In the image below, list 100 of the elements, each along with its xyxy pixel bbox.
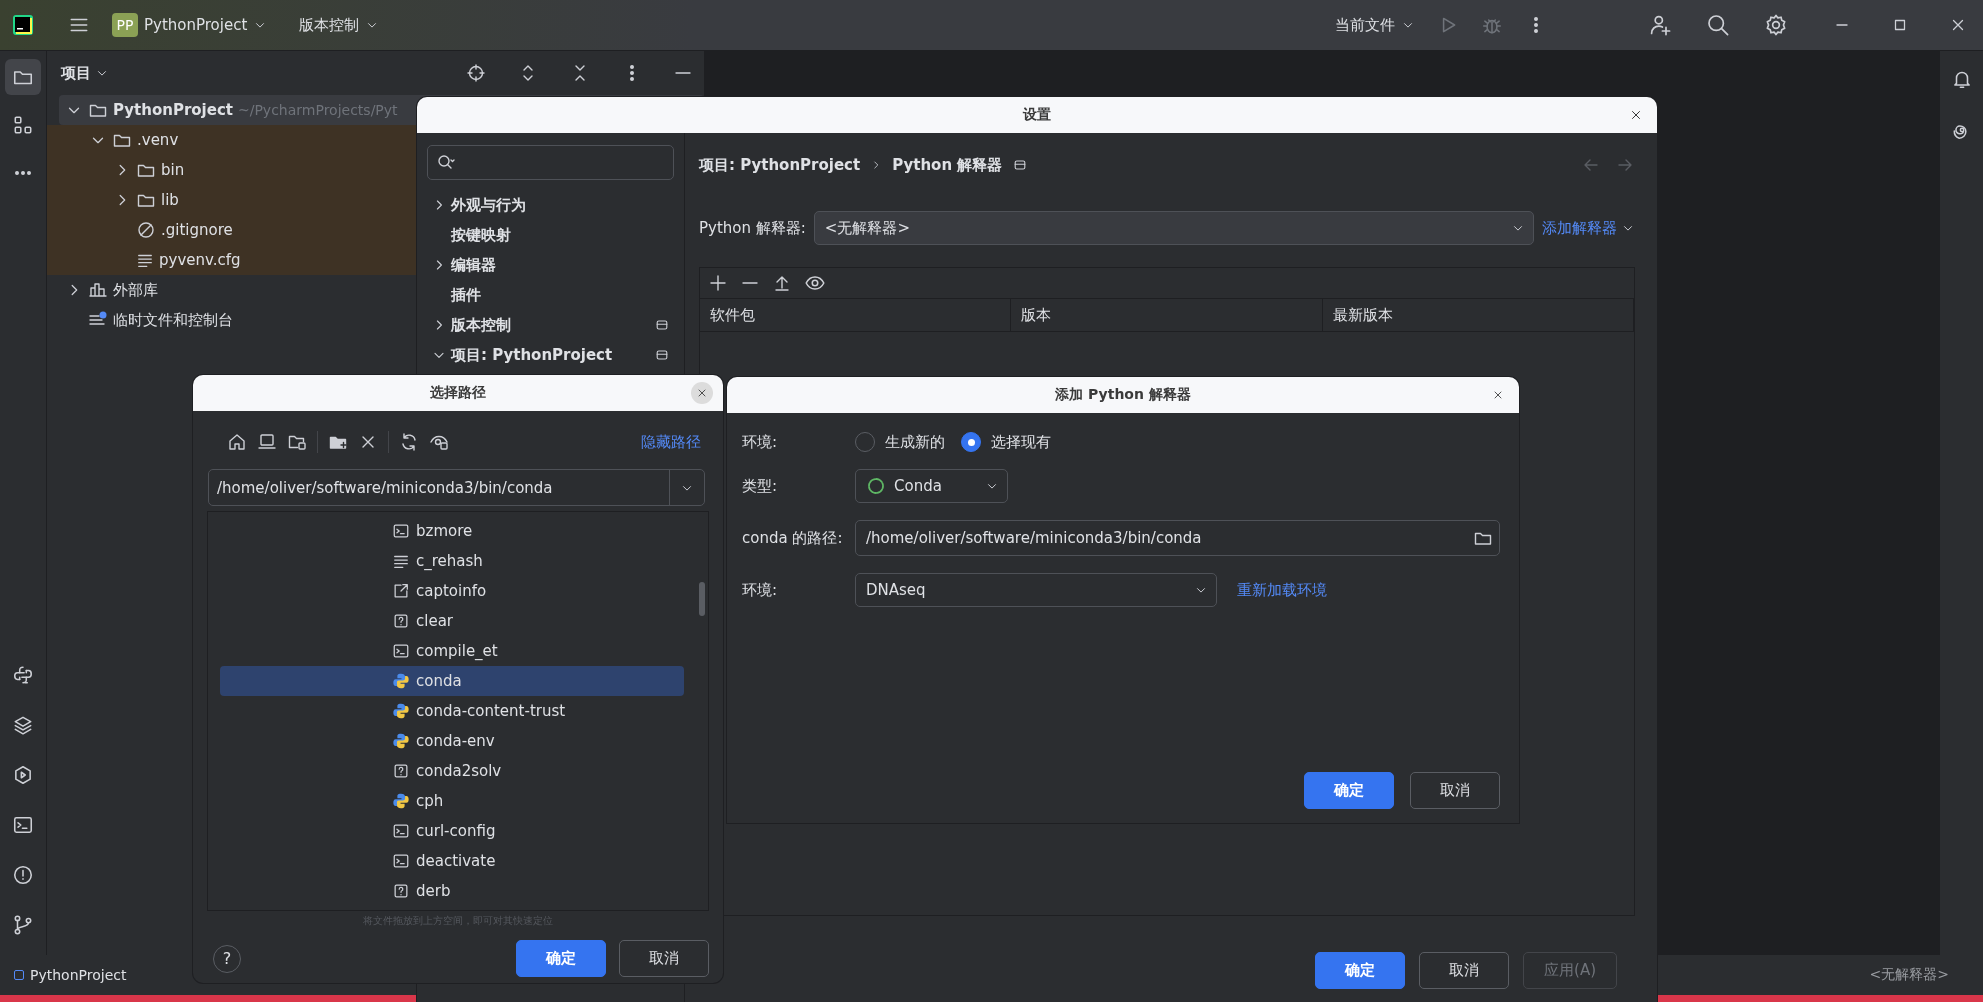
path-combo-box[interactable]: /home/oliver/software/miniconda3/bin/conda — [208, 469, 705, 506]
file-item[interactable]: conda-env — [220, 726, 684, 756]
tree-label: bin — [161, 161, 185, 179]
run-config-selector[interactable]: 当前文件 — [1329, 11, 1421, 39]
problems-icon — [12, 864, 34, 886]
status-project[interactable]: PythonProject — [30, 967, 127, 983]
home-icon[interactable] — [227, 432, 247, 452]
app-logo[interactable] — [12, 14, 34, 36]
radio-button[interactable] — [961, 432, 981, 452]
file-item[interactable]: captoinfo — [220, 576, 684, 606]
ok-button[interactable]: 确定 — [1315, 951, 1406, 989]
field-label: 环境: — [742, 580, 779, 600]
file-item[interactable]: conda-content-trust — [220, 696, 684, 726]
path-input[interactable]: /home/oliver/software/miniconda3/bin/conda — [864, 528, 1473, 548]
path-field[interactable]: /home/oliver/software/miniconda3/bin/conda — [855, 520, 1500, 556]
tree-label: lib — [161, 191, 179, 209]
hide-path-link[interactable]: 隐藏路径 — [641, 432, 701, 452]
tree-label: 外部库 — [113, 280, 158, 300]
interpreter-dropdown[interactable]: <无解释器> — [813, 211, 1534, 245]
type-dropdown[interactable]: Conda — [855, 469, 1008, 503]
field-label: conda 的路径: — [742, 528, 844, 548]
file-item[interactable]: conda2solv — [220, 756, 684, 786]
project-scope-icon — [654, 317, 670, 333]
cancel-button[interactable]: 取消 — [619, 940, 709, 977]
file-item[interactable]: deactivate — [220, 846, 684, 876]
nav-label: 外观与行为 — [451, 195, 527, 215]
close-icon — [1492, 389, 1504, 401]
file-item[interactable]: c_rehash — [220, 546, 684, 576]
unknown-file-icon — [392, 612, 410, 630]
cancel-button[interactable]: 取消 — [1410, 772, 1500, 809]
project-selector[interactable]: PP PythonProject — [106, 9, 274, 41]
services-icon — [12, 764, 34, 786]
more-icon — [13, 171, 33, 175]
dialog-title: 设置 — [1023, 106, 1051, 124]
python-icon — [392, 732, 410, 750]
terminal-file-icon — [392, 522, 410, 540]
terminal-file-icon — [392, 642, 410, 660]
cancel-button[interactable]: 取消 — [1419, 951, 1510, 989]
locate-icon[interactable] — [466, 63, 486, 83]
environment-dropdown[interactable]: DNAseq — [855, 573, 1217, 607]
nav-item[interactable]: 项目: PythonProject — [427, 340, 674, 370]
field-label: 环境: — [742, 432, 779, 452]
nav-label: 插件 — [451, 285, 482, 305]
structure-icon — [12, 114, 34, 136]
python-icon — [392, 672, 410, 690]
close-icon — [1629, 108, 1643, 122]
minimize-glyph-icon — [1836, 24, 1848, 26]
close-button[interactable] — [691, 382, 713, 404]
panel-title[interactable]: 项目 — [61, 63, 109, 83]
python-icon — [392, 792, 410, 810]
radio-label[interactable]: 生成新的 — [885, 432, 945, 452]
library-icon — [88, 280, 108, 300]
minimize-icon[interactable] — [674, 72, 692, 74]
vcs-menu[interactable]: 版本控制 — [293, 11, 386, 39]
reload-link[interactable]: 重新加载环境 — [1237, 580, 1327, 600]
column-header[interactable]: 软件包 — [700, 299, 1012, 331]
project-icon — [14, 970, 24, 980]
search-field[interactable] — [427, 145, 674, 180]
unknown-file-icon — [392, 762, 410, 780]
nav-label: 按键映射 — [451, 225, 512, 245]
breadcrumb[interactable]: Python 解释器 — [892, 155, 1003, 175]
add-icon[interactable] — [708, 273, 728, 293]
scrollbar-thumb[interactable] — [699, 582, 705, 616]
tree-label: pyvenv.cfg — [159, 251, 241, 269]
gear-icon — [1764, 13, 1788, 37]
external-link-icon — [392, 582, 410, 600]
file-item[interactable]: derb — [220, 876, 684, 906]
add-interpreter-link[interactable]: 添加解释器 — [1542, 218, 1635, 238]
refresh-icon[interactable] — [399, 432, 419, 452]
nav-item[interactable]: 插件 — [427, 280, 674, 310]
file-item[interactable]: cph — [220, 786, 684, 816]
python-icon — [392, 702, 410, 720]
file-item[interactable]: bzmore — [220, 516, 684, 546]
file-item[interactable]: clear — [220, 606, 684, 636]
radio-label[interactable]: 选择现有 — [991, 432, 1051, 452]
layers-icon — [12, 714, 34, 736]
spinner-icon — [866, 476, 886, 496]
ok-button[interactable]: 确定 — [516, 940, 606, 977]
file-item[interactable]: curl-config — [220, 816, 684, 846]
column-header[interactable]: 最新版本 — [1322, 299, 1634, 331]
nav-item[interactable]: 版本控制 — [427, 310, 674, 340]
file-item[interactable]: compile_et — [220, 636, 684, 666]
field-label: 类型: — [742, 476, 779, 496]
close-icon — [696, 387, 708, 399]
desktop-icon[interactable] — [257, 432, 277, 452]
status-interpreter[interactable]: <无解释器> — [1869, 966, 1949, 984]
file-item[interactable]: conda — [220, 666, 684, 696]
tool-window-button[interactable] — [5, 59, 41, 95]
project-scope-icon — [654, 347, 670, 363]
dialog-title: 添加 Python 解释器 — [1055, 386, 1191, 404]
column-header[interactable]: 版本 — [1011, 299, 1323, 331]
path-input[interactable]: /home/oliver/software/miniconda3/bin/conda — [209, 478, 669, 497]
upgrade-icon[interactable] — [772, 273, 792, 293]
ok-button[interactable]: 确定 — [1304, 772, 1394, 809]
vertical-dots-icon[interactable] — [630, 64, 634, 82]
magnifier-icon — [1706, 13, 1730, 37]
nav-label: 编辑器 — [451, 255, 497, 275]
tree-label: 临时文件和控制台 — [113, 310, 233, 330]
tree-label: .gitignore — [161, 221, 233, 239]
tree-label: .venv — [137, 131, 179, 149]
